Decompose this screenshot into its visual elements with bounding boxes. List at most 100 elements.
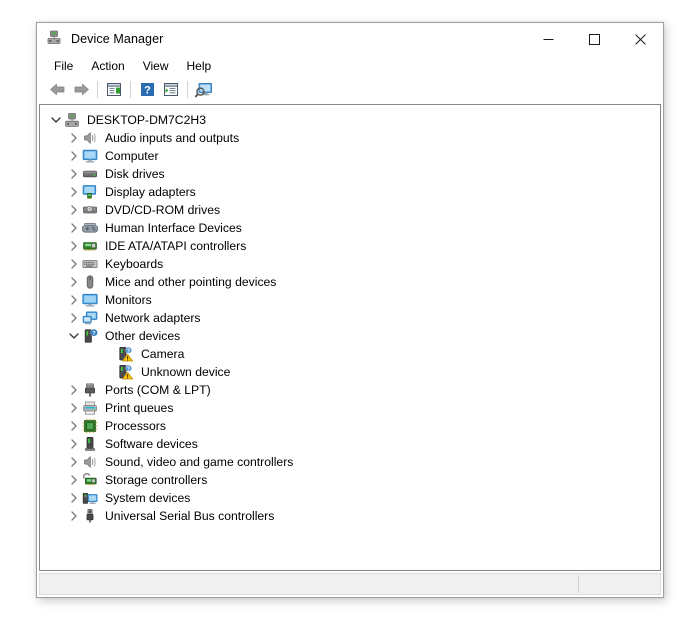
chevron-right-icon[interactable] <box>66 381 82 399</box>
update-driver-icon[interactable] <box>159 78 183 101</box>
menu-view[interactable]: View <box>134 57 178 76</box>
chevron-right-icon[interactable] <box>66 435 82 453</box>
chevron-right-icon[interactable] <box>66 291 82 309</box>
tree-item-label: Storage controllers <box>105 473 208 487</box>
menu-help[interactable]: Help <box>178 57 221 76</box>
tree-item-keyboards[interactable]: Keyboards <box>40 255 660 273</box>
tree-item-dvd-cd-rom-drives[interactable]: DVD/CD-ROM drives <box>40 201 660 219</box>
tree-item-unknown-device[interactable]: ? Unknown device <box>40 363 660 381</box>
mouse-icon <box>82 274 98 290</box>
port-connector-icon <box>82 382 98 398</box>
menu-action[interactable]: Action <box>82 57 133 76</box>
device-tree: DESKTOP-DM7C2H3 Audio inputs and outputs C… <box>40 105 660 525</box>
disk-drive-icon <box>82 166 98 182</box>
software-device-icon <box>82 436 98 452</box>
ide-controller-icon <box>82 238 98 254</box>
toolbar-separator <box>187 81 188 98</box>
tree-item-label: Keyboards <box>105 257 164 271</box>
svg-text:?: ? <box>144 84 151 96</box>
chevron-right-icon[interactable] <box>66 507 82 525</box>
tree-item-universal-serial-bus-controllers[interactable]: Universal Serial Bus controllers <box>40 507 660 525</box>
tree-item-label: Universal Serial Bus controllers <box>105 509 275 523</box>
chevron-right-icon[interactable] <box>66 129 82 147</box>
tree-item-audio-inputs-and-outputs[interactable]: Audio inputs and outputs <box>40 129 660 147</box>
tree-item-label: Display adapters <box>105 185 196 199</box>
speaker-icon <box>82 454 98 470</box>
chevron-down-icon[interactable] <box>48 111 64 129</box>
tree-item-mice-and-other-pointing-devices[interactable]: Mice and other pointing devices <box>40 273 660 291</box>
window-title: Device Manager <box>71 32 164 46</box>
chevron-right-icon[interactable] <box>66 147 82 165</box>
chevron-right-icon[interactable] <box>66 183 82 201</box>
tree-item-label: Human Interface Devices <box>105 221 242 235</box>
chevron-right-icon[interactable] <box>66 273 82 291</box>
storage-controller-icon <box>82 472 98 488</box>
tree-item-other-devices[interactable]: ? Other devices <box>40 327 660 345</box>
tree-item-software-devices[interactable]: Software devices <box>40 435 660 453</box>
tree-item-label: Camera <box>141 347 185 361</box>
hid-gamepad-icon <box>82 220 98 236</box>
chevron-right-icon[interactable] <box>66 219 82 237</box>
speaker-icon <box>82 130 98 146</box>
chevron-right-icon[interactable] <box>66 471 82 489</box>
chevron-right-icon[interactable] <box>66 399 82 417</box>
chevron-right-icon[interactable] <box>66 417 82 435</box>
tree-item-label: Network adapters <box>105 311 201 325</box>
forward-arrow-icon[interactable] <box>69 78 93 101</box>
tree-item-storage-controllers[interactable]: Storage controllers <box>40 471 660 489</box>
tree-item-label: Software devices <box>105 437 198 451</box>
status-bar <box>39 573 661 595</box>
usb-connector-icon <box>82 508 98 524</box>
tree-item-label: Audio inputs and outputs <box>105 131 240 145</box>
computer-monitor-icon <box>82 148 98 164</box>
tree-item-computer[interactable]: Computer <box>40 147 660 165</box>
menu-file[interactable]: File <box>45 57 82 76</box>
close-icon[interactable] <box>617 23 663 55</box>
device-manager-icon <box>46 29 62 50</box>
window-controls <box>525 23 663 55</box>
device-manager-window: Device Manager File Action View Help ? D… <box>36 22 664 598</box>
tree-item-label: DESKTOP-DM7C2H3 <box>87 113 206 127</box>
title-bar: Device Manager <box>37 23 663 55</box>
tree-item-processors[interactable]: Processors <box>40 417 660 435</box>
tree-item-print-queues[interactable]: Print queues <box>40 399 660 417</box>
chevron-right-icon[interactable] <box>66 201 82 219</box>
back-arrow-icon[interactable] <box>45 78 69 101</box>
tree-item-desktop-dm7c2h3[interactable]: DESKTOP-DM7C2H3 <box>40 111 660 129</box>
tree-item-disk-drives[interactable]: Disk drives <box>40 165 660 183</box>
chevron-right-icon[interactable] <box>66 237 82 255</box>
toolbar-separator <box>97 81 98 98</box>
keyboard-icon <box>82 256 98 272</box>
chevron-right-icon[interactable] <box>66 165 82 183</box>
tree-item-label: IDE ATA/ATAPI controllers <box>105 239 247 253</box>
tree-item-system-devices[interactable]: System devices <box>40 489 660 507</box>
scan-hardware-changes-icon[interactable] <box>192 78 216 101</box>
tree-item-label: Computer <box>105 149 159 163</box>
tree-item-label: Unknown device <box>141 365 231 379</box>
tree-item-ide-ata-atapi-controllers[interactable]: IDE ATA/ATAPI controllers <box>40 237 660 255</box>
network-adapter-icon <box>82 310 98 326</box>
tree-item-label: Disk drives <box>105 167 165 181</box>
minimize-icon[interactable] <box>525 23 571 55</box>
chevron-right-icon[interactable] <box>66 255 82 273</box>
title-bar-left: Device Manager <box>37 29 163 50</box>
chevron-down-icon[interactable] <box>66 327 82 345</box>
tree-item-sound-video-and-game-controllers[interactable]: Sound, video and game controllers <box>40 453 660 471</box>
chevron-right-icon[interactable] <box>66 309 82 327</box>
tree-item-monitors[interactable]: Monitors <box>40 291 660 309</box>
chevron-right-icon[interactable] <box>66 489 82 507</box>
tree-item-label: Mice and other pointing devices <box>105 275 277 289</box>
chevron-right-icon[interactable] <box>66 453 82 471</box>
maximize-icon[interactable] <box>571 23 617 55</box>
help-question-icon[interactable]: ? <box>135 78 159 101</box>
tree-item-camera[interactable]: ? Camera <box>40 345 660 363</box>
tree-item-display-adapters[interactable]: Display adapters <box>40 183 660 201</box>
properties-icon[interactable] <box>102 78 126 101</box>
tree-item-human-interface-devices[interactable]: Human Interface Devices <box>40 219 660 237</box>
tree-item-ports-com-lpt[interactable]: Ports (COM & LPT) <box>40 381 660 399</box>
device-tree-pane[interactable]: DESKTOP-DM7C2H3 Audio inputs and outputs C… <box>39 104 661 571</box>
tree-item-label: Monitors <box>105 293 152 307</box>
tree-item-label: Sound, video and game controllers <box>105 455 294 469</box>
tree-item-network-adapters[interactable]: Network adapters <box>40 309 660 327</box>
